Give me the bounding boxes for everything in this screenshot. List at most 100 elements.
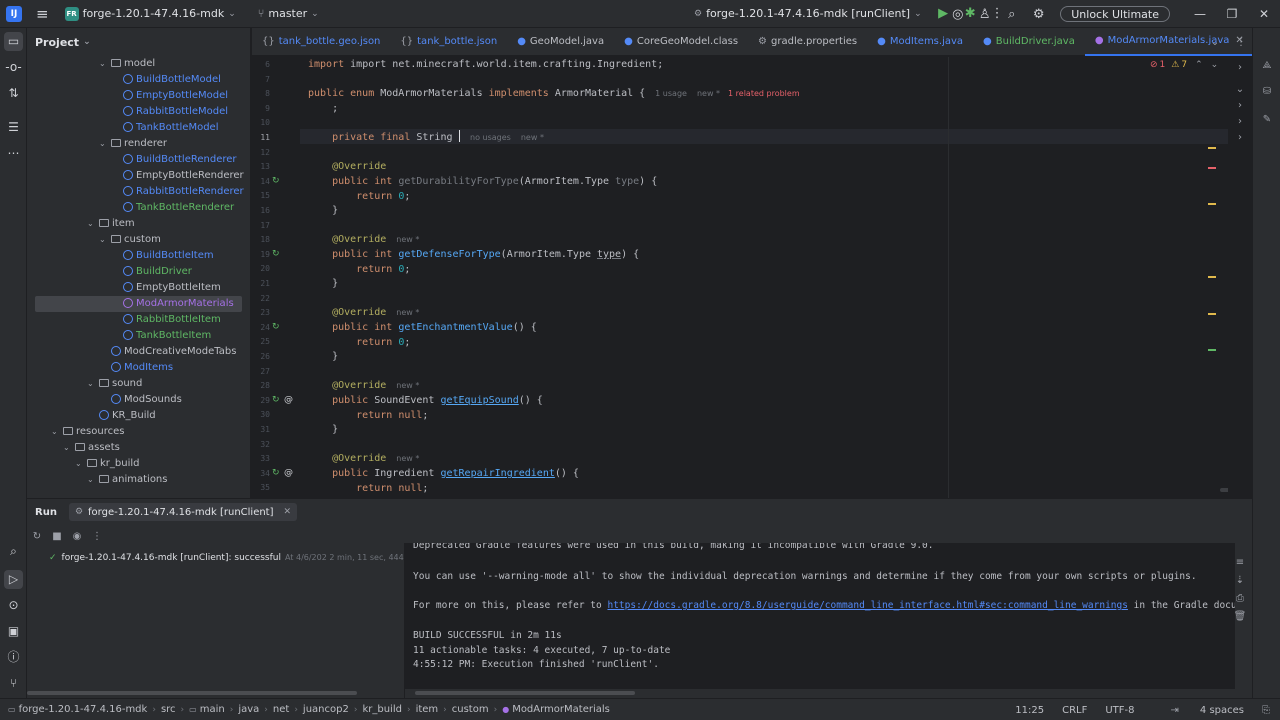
project-panel-header[interactable]: Project ⌄ xyxy=(27,28,250,56)
breadcrumb-item[interactable]: juancop2 xyxy=(303,704,349,715)
related-problem-hint[interactable]: 1 related problem xyxy=(728,89,800,98)
tree-folder[interactable]: ⌄ custom xyxy=(27,232,243,248)
soft-wrap-icon[interactable]: ≡ xyxy=(1231,557,1249,575)
scroll-to-end-icon[interactable]: ⇣ xyxy=(1231,575,1249,593)
tree-folder[interactable]: ⌄ item xyxy=(27,216,243,232)
tree-file[interactable]: ModCreativeModeTabs xyxy=(27,344,243,360)
git-branch-icon[interactable]: ⑂ xyxy=(258,7,265,20)
main-menu-icon[interactable]: ≡ xyxy=(36,5,49,23)
trash-icon[interactable]: 🗑 xyxy=(1231,611,1249,629)
problems-tool-icon[interactable]: ⓘ xyxy=(4,648,23,667)
chevron-down-icon[interactable]: ⌄ xyxy=(87,376,99,392)
tree-folder[interactable]: ⌄ animations xyxy=(27,472,243,488)
warning-marker[interactable] xyxy=(1208,147,1216,149)
tree-file[interactable]: BuildBottleRenderer xyxy=(27,152,243,168)
git-tool-icon[interactable]: ⑂ xyxy=(4,674,23,693)
services-tool-icon[interactable]: ⊙ xyxy=(4,596,23,615)
branch-name[interactable]: master xyxy=(268,7,307,20)
breadcrumb-item[interactable]: src xyxy=(161,704,176,715)
more-actions-icon[interactable]: ⋮ xyxy=(87,531,107,542)
tree-file[interactable]: EmptyBottleModel xyxy=(27,88,243,104)
database-icon[interactable]: ⛁ xyxy=(1259,86,1275,97)
terminal-tool-icon[interactable]: ▣ xyxy=(4,622,23,641)
editor-tab[interactable]: ● GeoModel.java xyxy=(507,28,614,56)
restore-icon[interactable]: ❐ xyxy=(1216,7,1248,21)
breadcrumb-item[interactable]: forge-1.20.1-47.4.16-mdk xyxy=(19,704,148,715)
notifications-icon[interactable]: ⟁ xyxy=(1259,60,1275,71)
more-actions-icon[interactable]: ⋮ xyxy=(1228,37,1254,48)
chevron-down-icon[interactable]: ⌄ xyxy=(83,37,91,47)
more-tools-icon[interactable]: ⋯ xyxy=(4,144,23,163)
usage-hint[interactable]: no usages xyxy=(470,133,511,142)
nullable-annotation-icon[interactable]: @ xyxy=(284,395,293,405)
project-tool-icon[interactable]: ▭ xyxy=(4,32,23,51)
problems-widget[interactable]: ⊘ 1 ⚠ 7 ⌃ ⌄ xyxy=(1150,60,1218,70)
chevron-down-icon[interactable]: ⌄ xyxy=(1232,84,1248,95)
print-icon[interactable]: ⎙ xyxy=(1231,593,1249,611)
tree-file[interactable]: TankBottleItem xyxy=(27,328,243,344)
close-icon[interactable]: ✕ xyxy=(1248,7,1280,21)
author-hint[interactable]: new * xyxy=(396,454,419,463)
show-hidden-tabs-icon[interactable]: ⌄ xyxy=(1202,37,1228,48)
change-marker[interactable] xyxy=(1208,349,1216,351)
tree-file[interactable]: RabbitBottleModel xyxy=(27,104,243,120)
commit-tool-icon[interactable]: -o- xyxy=(4,58,23,77)
breadcrumb-item[interactable]: net xyxy=(273,704,289,715)
editor-tab[interactable]: ● BuildDriver.java xyxy=(973,28,1085,56)
chevron-right-icon[interactable]: › xyxy=(1232,62,1248,73)
console-link[interactable]: https://docs.gradle.org/8.8/userguide/co… xyxy=(607,600,1127,611)
project-badge[interactable]: FR xyxy=(64,6,79,21)
close-tab-icon[interactable]: ✕ xyxy=(284,507,292,517)
readonly-lock-icon[interactable]: ⎘ xyxy=(1262,705,1270,716)
author-hint[interactable]: new * xyxy=(697,89,720,98)
code-editor[interactable]: 6 7 8 9 10 11 12 13 14 15 16 17 18 19 20 21 22 23 24 25 26 27… xyxy=(252,57,1228,498)
breadcrumb-item[interactable]: item xyxy=(416,704,439,715)
stop-icon[interactable]: ■ xyxy=(47,531,67,542)
project-panel-title[interactable]: Project xyxy=(35,36,79,49)
ai-assistant-icon[interactable]: ◎ xyxy=(944,7,971,22)
chevron-down-icon[interactable]: ⌄ xyxy=(914,9,922,19)
tree-file[interactable]: RabbitBottleItem xyxy=(27,312,243,328)
author-hint[interactable]: new * xyxy=(396,381,419,390)
implements-method-icon[interactable]: ↻ xyxy=(272,249,280,259)
tree-folder[interactable]: ⌄ renderer xyxy=(27,136,243,152)
implements-method-icon[interactable]: ↻ xyxy=(272,176,280,186)
unlock-ultimate-button[interactable]: Unlock Ultimate xyxy=(1060,6,1170,22)
chevron-down-icon[interactable]: ⌄ xyxy=(228,9,236,19)
run-config-label[interactable]: forge-1.20.1-47.4.16-mdk [runClient] xyxy=(706,7,910,20)
tree-file[interactable]: EmptyBottleItem xyxy=(27,280,243,296)
indent-setting[interactable]: ⇥ 4 spaces xyxy=(1153,705,1244,716)
run-tool-icon[interactable]: ▷ xyxy=(4,570,23,589)
file-encoding[interactable]: UTF-8 xyxy=(1105,705,1134,716)
chevron-down-icon[interactable]: ⌄ xyxy=(87,472,99,488)
pull-requests-icon[interactable]: ⇅ xyxy=(4,84,23,103)
view-options-icon[interactable]: ◉ xyxy=(67,531,87,542)
chevron-right-icon[interactable]: › xyxy=(1232,132,1248,143)
chevron-down-icon[interactable]: ⌄ xyxy=(99,56,111,72)
tree-file[interactable]: BuildBottleModel xyxy=(27,72,243,88)
chevron-down-icon[interactable]: ⌄ xyxy=(99,136,111,152)
breadcrumb-item[interactable]: java xyxy=(238,704,259,715)
console-horizontal-scrollbar[interactable] xyxy=(415,691,635,695)
tree-folder[interactable]: ⌄ assets xyxy=(27,440,243,456)
tree-file[interactable]: ModItems xyxy=(27,360,243,376)
tree-file[interactable]: ModSounds xyxy=(27,392,243,408)
previous-problem-icon[interactable]: ⌃ xyxy=(1195,60,1203,70)
implements-method-icon[interactable]: ↻ xyxy=(272,395,280,405)
author-hint[interactable]: new * xyxy=(521,133,544,142)
usage-hint[interactable]: 1 usage xyxy=(655,89,687,98)
line-separator[interactable]: CRLF xyxy=(1062,705,1087,716)
ai-assistant-icon[interactable]: ✎ xyxy=(1259,114,1275,125)
settings-gear-icon[interactable]: ⚙ xyxy=(1025,7,1052,22)
breadcrumb-item[interactable]: main xyxy=(200,704,225,715)
tree-file[interactable]: TankBottleRenderer xyxy=(27,200,243,216)
implements-method-icon[interactable]: ↻ xyxy=(272,322,280,332)
author-hint[interactable]: new * xyxy=(396,308,419,317)
editor-tab[interactable]: ⚙ gradle.properties xyxy=(748,28,867,56)
run-tree-item[interactable]: ✓ forge-1.20.1-47.4.16-mdk [runClient]: s… xyxy=(49,553,418,563)
run-tree-scrollbar[interactable] xyxy=(27,691,357,695)
console-output[interactable]: Deprecated Gradle features were used in … xyxy=(405,543,1235,689)
breadcrumb-item[interactable]: ModArmorMaterials xyxy=(512,704,610,715)
error-marker[interactable] xyxy=(1208,167,1216,169)
next-problem-icon[interactable]: ⌄ xyxy=(1211,60,1219,70)
